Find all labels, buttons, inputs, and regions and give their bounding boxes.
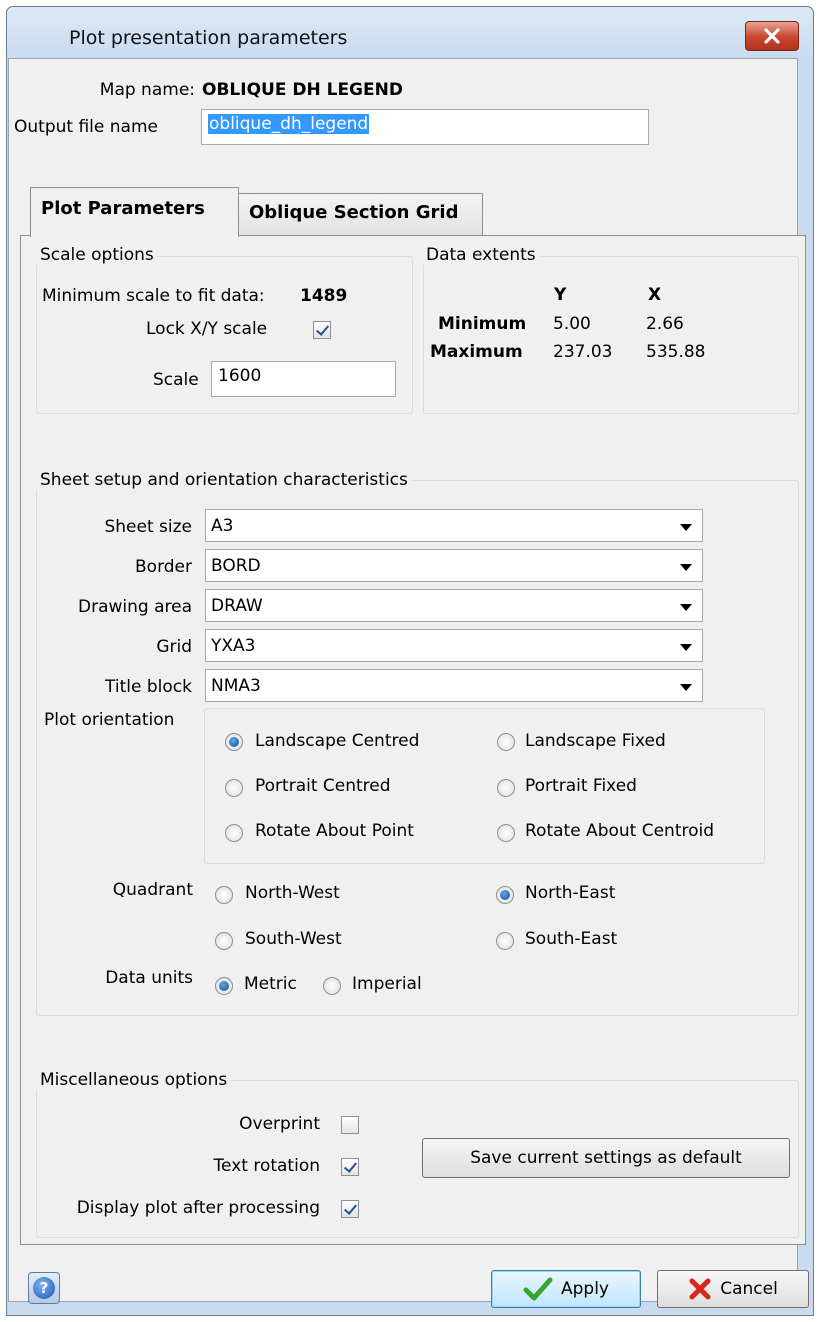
output-file-input[interactable]: oblique_dh_legend xyxy=(201,109,649,145)
border-select[interactable]: BORD xyxy=(205,549,703,582)
save-defaults-label: Save current settings as default xyxy=(470,1148,742,1168)
extents-max-label: Maximum xyxy=(430,342,523,362)
quadrant-north-east-radio[interactable] xyxy=(496,886,514,904)
tab-oblique-section-grid-label: Oblique Section Grid xyxy=(249,202,459,223)
orientation-landscape-centred-label: Landscape Centred xyxy=(255,731,420,751)
sheet-setup-legend: Sheet setup and orientation characterist… xyxy=(36,470,412,490)
display-plot-checkbox[interactable] xyxy=(341,1200,359,1218)
chevron-down-icon xyxy=(680,564,692,571)
cancel-label: Cancel xyxy=(720,1279,778,1299)
text-rotation-label: Text rotation xyxy=(213,1156,320,1176)
output-file-value: oblique_dh_legend xyxy=(208,114,370,134)
tab-plot-parameters-label: Plot Parameters xyxy=(41,198,205,219)
extents-max-x: 535.88 xyxy=(646,342,706,362)
close-icon xyxy=(764,28,780,44)
orientation-portrait-centred-label: Portrait Centred xyxy=(255,776,391,796)
lock-xy-checkbox[interactable] xyxy=(313,321,331,339)
extents-min-x: 2.66 xyxy=(646,314,684,334)
sheet-size-select[interactable]: A3 xyxy=(205,509,703,542)
data-units-metric-label: Metric xyxy=(244,974,297,994)
drawing-area-value: DRAW xyxy=(211,596,263,616)
grid-value: YXA3 xyxy=(211,636,256,656)
output-file-label: Output file name xyxy=(14,117,158,137)
drawing-area-label: Drawing area xyxy=(77,597,192,617)
chevron-down-icon xyxy=(680,684,692,691)
data-extents-legend: Data extents xyxy=(422,245,540,265)
data-extents-group xyxy=(423,256,799,414)
grid-label: Grid xyxy=(156,637,192,657)
orientation-rotate-point-radio[interactable] xyxy=(225,824,243,842)
quadrant-south-east-radio[interactable] xyxy=(496,932,514,950)
overprint-label: Overprint xyxy=(239,1114,320,1134)
grid-select[interactable]: YXA3 xyxy=(205,629,703,662)
tab-oblique-section-grid[interactable]: Oblique Section Grid xyxy=(238,193,483,235)
close-button[interactable] xyxy=(745,21,799,51)
border-value: BORD xyxy=(211,556,261,576)
sheet-size-label: Sheet size xyxy=(104,517,192,537)
checkmark-icon xyxy=(523,1277,553,1301)
orientation-rotate-centroid-radio[interactable] xyxy=(497,824,515,842)
extents-col-x: X xyxy=(648,285,662,305)
title-block-value: NMA3 xyxy=(211,676,261,696)
lock-xy-label: Lock X/Y scale xyxy=(146,319,268,339)
min-scale-value: 1489 xyxy=(300,286,348,306)
scale-options-legend: Scale options xyxy=(36,245,158,265)
misc-options-legend: Miscellaneous options xyxy=(36,1070,232,1090)
quadrant-north-west-radio[interactable] xyxy=(215,886,233,904)
data-units-imperial-label: Imperial xyxy=(352,974,422,994)
chevron-down-icon xyxy=(680,604,692,611)
data-units-label: Data units xyxy=(105,968,193,988)
orientation-portrait-fixed-label: Portrait Fixed xyxy=(525,776,637,796)
orientation-rotate-point-label: Rotate About Point xyxy=(255,821,414,841)
orientation-landscape-centred-radio[interactable] xyxy=(225,733,243,751)
window-title: Plot presentation parameters xyxy=(69,27,348,49)
help-icon: ? xyxy=(33,1277,55,1299)
tab-plot-parameters[interactable]: Plot Parameters xyxy=(30,187,239,237)
map-name-label: Map name: xyxy=(99,80,195,100)
title-bar[interactable]: Plot presentation parameters xyxy=(7,7,813,65)
cancel-x-icon xyxy=(689,1278,711,1300)
chevron-down-icon xyxy=(680,524,692,531)
scale-input[interactable]: 1600 xyxy=(211,361,396,397)
plot-orientation-label: Plot orientation xyxy=(44,710,175,730)
data-units-metric-radio[interactable] xyxy=(215,977,233,995)
apply-label: Apply xyxy=(561,1279,609,1299)
chevron-down-icon xyxy=(680,644,692,651)
drawing-area-select[interactable]: DRAW xyxy=(205,589,703,622)
scale-value: 1600 xyxy=(218,366,262,386)
quadrant-south-west-label: South-West xyxy=(245,929,342,949)
orientation-rotate-centroid-label: Rotate About Centroid xyxy=(525,821,715,841)
quadrant-label: Quadrant xyxy=(112,880,193,900)
orientation-landscape-fixed-radio[interactable] xyxy=(497,733,515,751)
map-name-value: OBLIQUE DH LEGEND xyxy=(202,80,403,100)
sheet-size-value: A3 xyxy=(211,516,234,536)
min-scale-label: Minimum scale to fit data: xyxy=(42,286,265,306)
display-plot-label: Display plot after processing xyxy=(76,1198,320,1218)
quadrant-south-east-label: South-East xyxy=(525,929,618,949)
help-button[interactable]: ? xyxy=(28,1272,60,1304)
data-units-imperial-radio[interactable] xyxy=(323,977,341,995)
extents-min-y: 5.00 xyxy=(553,314,591,334)
title-block-label: Title block xyxy=(105,677,192,697)
extents-max-y: 237.03 xyxy=(553,342,613,362)
overprint-checkbox[interactable] xyxy=(341,1116,359,1134)
quadrant-north-west-label: North-West xyxy=(245,883,340,903)
text-rotation-checkbox[interactable] xyxy=(341,1158,359,1176)
quadrant-north-east-label: North-East xyxy=(525,883,616,903)
orientation-portrait-fixed-radio[interactable] xyxy=(497,779,515,797)
orientation-portrait-centred-radio[interactable] xyxy=(225,779,243,797)
quadrant-south-west-radio[interactable] xyxy=(215,932,233,950)
orientation-landscape-fixed-label: Landscape Fixed xyxy=(525,731,666,751)
apply-button[interactable]: Apply xyxy=(491,1270,641,1308)
cancel-button[interactable]: Cancel xyxy=(657,1270,809,1308)
extents-min-label: Minimum xyxy=(438,314,527,334)
extents-col-y: Y xyxy=(554,285,567,305)
save-defaults-button[interactable]: Save current settings as default xyxy=(422,1138,790,1178)
scale-label: Scale xyxy=(153,370,199,390)
title-block-select[interactable]: NMA3 xyxy=(205,669,703,702)
border-label: Border xyxy=(135,557,192,577)
